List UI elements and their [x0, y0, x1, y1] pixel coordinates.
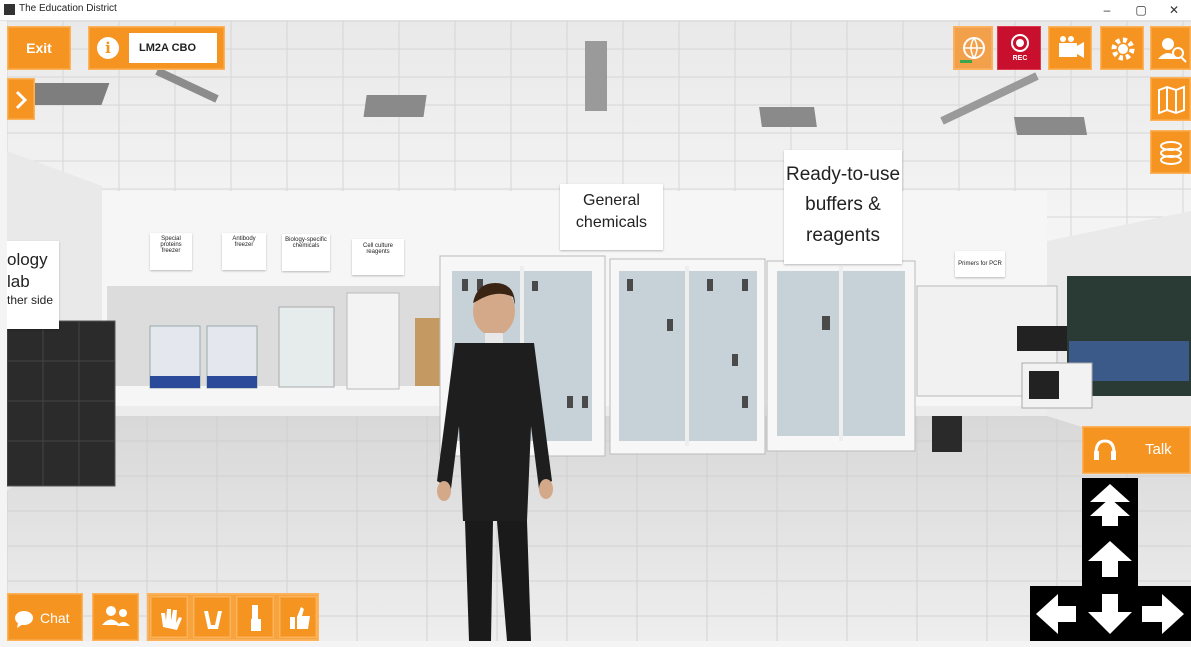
camera-button[interactable]	[1048, 26, 1092, 70]
record-icon	[1011, 34, 1029, 52]
headset-icon	[1094, 439, 1116, 460]
wave-icon	[161, 609, 182, 630]
minimize-button[interactable]: –	[1090, 0, 1124, 20]
speech-bubble-icon	[15, 611, 33, 628]
settings-icon	[1111, 37, 1135, 61]
thumbs-up-icon	[290, 607, 310, 629]
general-chemicals-sign: General chemicals	[560, 184, 663, 250]
network-status-button[interactable]	[953, 26, 993, 70]
cell-culture-reagents-sign: Cell culture reagents	[352, 239, 404, 275]
expand-menu-button[interactable]	[7, 78, 35, 120]
hands-up-gesture-button[interactable]	[193, 596, 231, 638]
chat-button[interactable]: Chat	[7, 593, 83, 641]
map-icon	[1158, 85, 1185, 115]
restore-button[interactable]: ▢	[1124, 0, 1158, 20]
map-button[interactable]	[1150, 77, 1191, 121]
network-icon	[960, 37, 985, 63]
biology-specific-chemicals-sign: Biology-specific chemicals	[282, 234, 330, 271]
record-button[interactable]: REC	[997, 26, 1041, 70]
camera-icon	[1059, 36, 1084, 58]
people-icon	[102, 606, 130, 626]
raise-hand-gesture-button[interactable]	[236, 596, 274, 638]
settings-button[interactable]	[1100, 26, 1144, 70]
virtual-lab-scene[interactable]: ology lab ther side Special proteins fre…	[7, 21, 1191, 641]
app-logo-icon	[4, 4, 15, 15]
window-titlebar: The Education District – ▢ ✕	[0, 0, 1191, 21]
raise-hand-icon	[251, 605, 261, 631]
session-info-panel[interactable]: i LM2A CBO	[88, 26, 225, 70]
ready-to-use-buffers-sign: Ready-to-use buffers & reagents	[784, 150, 902, 264]
info-icon: i	[97, 37, 119, 59]
left-arrow-button[interactable]	[1032, 590, 1082, 638]
lab-room-render	[7, 21, 1191, 641]
users-icon	[1158, 38, 1187, 63]
antibody-freezer-sign: Antibody freezer	[222, 233, 266, 270]
up-arrow-button[interactable]	[1082, 535, 1138, 583]
hands-up-icon	[204, 611, 222, 629]
thumbs-up-gesture-button[interactable]	[279, 596, 317, 638]
chevron-right-icon	[15, 90, 28, 110]
biology-lab-sign: ology lab ther side	[7, 241, 59, 329]
down-arrow-button[interactable]	[1084, 590, 1136, 638]
close-window-button[interactable]: ✕	[1157, 0, 1191, 20]
window-title: The Education District	[19, 3, 117, 14]
talk-button[interactable]: Talk	[1082, 426, 1191, 474]
double-up-arrow-button[interactable]	[1082, 480, 1138, 530]
right-arrow-button[interactable]	[1138, 590, 1188, 638]
users-button[interactable]	[1150, 26, 1191, 70]
people-button[interactable]	[92, 593, 139, 641]
primers-for-pcr-sign: Primers for PCR	[955, 251, 1005, 277]
session-code: LM2A CBO	[129, 33, 217, 63]
exit-button[interactable]: Exit	[7, 26, 71, 70]
layers-button[interactable]	[1150, 130, 1191, 174]
wave-gesture-button[interactable]	[150, 596, 188, 638]
layers-icon	[1160, 141, 1182, 165]
special-proteins-freezer-sign: Special proteins freezer	[150, 233, 192, 270]
